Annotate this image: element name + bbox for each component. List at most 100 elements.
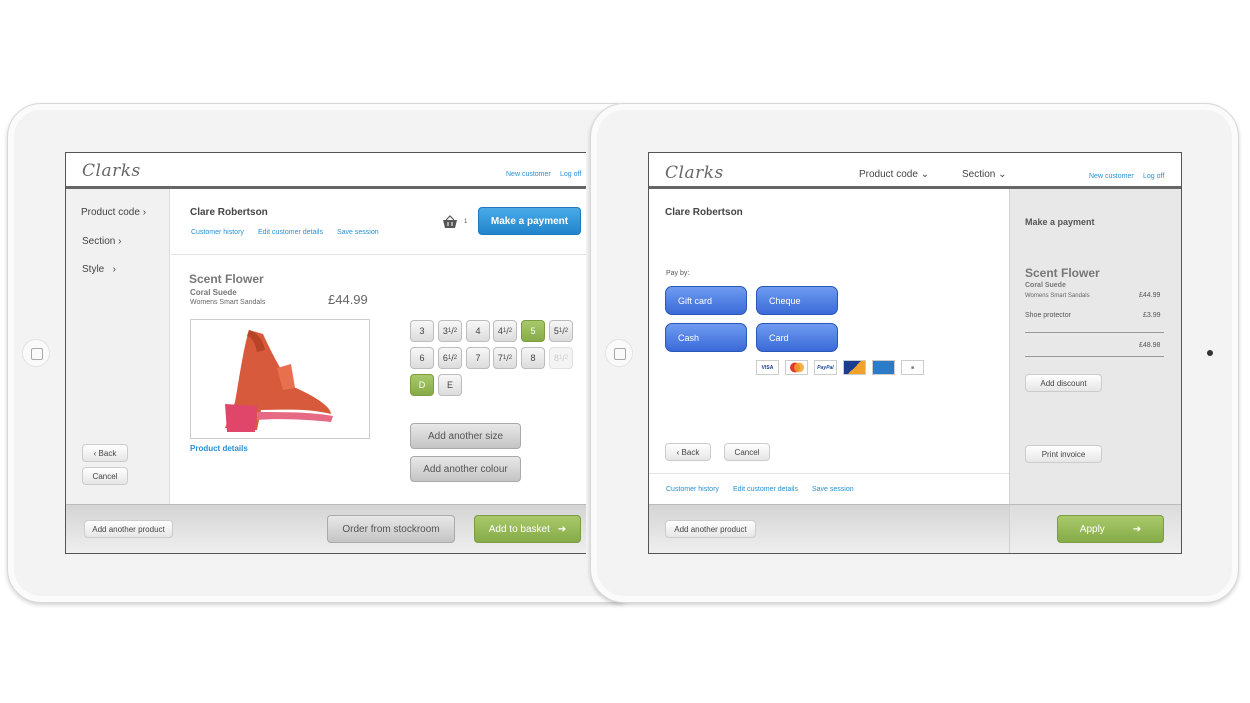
content-divider	[649, 473, 1009, 474]
mastercard-logo	[785, 360, 808, 375]
product-category: Womens Smart Sandals	[190, 299, 266, 306]
size-6[interactable]: 6	[410, 347, 434, 369]
arrow-right-icon: ➔	[1132, 523, 1142, 535]
cash-button[interactable]: Cash	[665, 323, 747, 352]
screen-right: Clarks Product code ⌄ Section ⌄ New cust…	[648, 152, 1182, 554]
product-details-link[interactable]: Product details	[190, 444, 248, 453]
product-code-dropdown[interactable]: Product code ⌄	[859, 169, 929, 180]
back-label: Back	[98, 448, 117, 458]
size-3[interactable]: 3	[410, 320, 434, 342]
home-button-left[interactable]	[22, 339, 50, 367]
chevron-down-icon: ⌄	[998, 169, 1007, 180]
section-dropdown[interactable]: Section ⌄	[962, 169, 1007, 180]
new-customer-link[interactable]: New customer	[506, 171, 551, 178]
edit-customer-link[interactable]: Edit customer details	[733, 486, 798, 493]
add-colour-button[interactable]: Add another colour	[410, 456, 521, 482]
size-7-5[interactable]: 7 1/2	[493, 347, 517, 369]
amex-logo	[872, 360, 895, 375]
sidebar-item-label: Section	[82, 236, 116, 247]
cheque-button[interactable]: Cheque	[756, 286, 838, 315]
sidebar-item-style[interactable]: Style ›	[82, 264, 116, 275]
add-product-button[interactable]: Add another product	[84, 520, 173, 538]
gift-card-button[interactable]: Gift card	[665, 286, 747, 315]
sidebar-item-product-code[interactable]: Product code ›	[81, 207, 146, 218]
apply-label: Apply	[1079, 523, 1105, 535]
sidebar-item-section[interactable]: Section ›	[82, 236, 121, 247]
cancel-button[interactable]: Cancel	[724, 443, 770, 461]
print-invoice-button[interactable]: Print invoice	[1025, 445, 1102, 463]
back-button[interactable]: ‹ Back	[82, 444, 128, 462]
product-material: Coral Suede	[190, 288, 237, 297]
protector-label: Shoe protector	[1025, 312, 1071, 319]
summary-price: £44.99	[1139, 292, 1161, 299]
summary-product-name: Scent Flower	[1025, 266, 1100, 280]
product-price: £44.99	[328, 292, 368, 307]
customer-history-link[interactable]: Customer history	[191, 229, 244, 236]
content-divider	[171, 254, 586, 255]
square-logo: ■	[901, 360, 924, 375]
size-7[interactable]: 7	[466, 347, 490, 369]
chevron-down-icon: ⌄	[920, 169, 930, 180]
clarks-logo: Clarks	[665, 163, 724, 183]
clarks-logo: Clarks	[82, 161, 141, 181]
sidebar-item-label: Product code	[81, 207, 140, 218]
log-off-link[interactable]: Log off	[560, 171, 581, 178]
make-payment-button[interactable]: Make a payment	[478, 207, 581, 235]
size-5[interactable]: 5	[521, 320, 545, 342]
section-label: Section	[962, 169, 996, 180]
size-8[interactable]: 8	[521, 347, 545, 369]
size-3-5[interactable]: 3 1/2	[438, 320, 462, 342]
width-e[interactable]: E	[438, 374, 462, 396]
customer-name: Clare Robertson	[190, 207, 268, 218]
visa-logo: VISA	[756, 360, 779, 375]
customer-history-link[interactable]: Customer history	[666, 486, 719, 493]
save-session-link[interactable]: Save session	[337, 229, 379, 236]
sidebar: Product code › Section › Style › ‹ Back …	[66, 189, 170, 504]
product-image	[190, 319, 370, 439]
apply-button[interactable]: Apply ➔	[1057, 515, 1164, 543]
add-discount-button[interactable]: Add discount	[1025, 374, 1102, 392]
delta-logo	[843, 360, 866, 375]
basket-icon[interactable]	[442, 215, 458, 234]
arrow-right-icon: ➔	[557, 523, 567, 535]
size-6-5[interactable]: 6 1/2	[438, 347, 462, 369]
basket-count: 1	[464, 219, 468, 225]
back-button[interactable]: ‹ Back	[665, 443, 711, 461]
summary-divider	[1025, 332, 1164, 333]
back-label: Back	[681, 447, 700, 457]
cancel-button[interactable]: Cancel	[82, 467, 128, 485]
chevron-right-icon: ›	[142, 207, 147, 218]
new-customer-link[interactable]: New customer	[1089, 173, 1134, 180]
summary-total: £48.98	[1139, 342, 1161, 349]
pay-by-label: Pay by:	[666, 270, 690, 277]
payment-summary-panel	[1009, 189, 1181, 553]
chevron-right-icon: ›	[118, 236, 122, 247]
chevron-right-icon: ›	[112, 264, 116, 275]
order-stockroom-button[interactable]: Order from stockroom	[327, 515, 455, 543]
add-size-button[interactable]: Add another size	[410, 423, 521, 449]
product-code-label: Product code	[859, 169, 918, 180]
shoe-image	[225, 330, 333, 432]
size-4-5[interactable]: 4 1/2	[493, 320, 517, 342]
log-off-link[interactable]: Log off	[1143, 173, 1164, 180]
size-4[interactable]: 4	[466, 320, 490, 342]
add-basket-button[interactable]: Add to basket ➔	[474, 515, 581, 543]
add-product-button[interactable]: Add another product	[665, 520, 756, 538]
summary-title: Make a payment	[1025, 217, 1095, 227]
summary-category: Womens Smart Sandals	[1025, 293, 1090, 299]
width-d[interactable]: D	[410, 374, 434, 396]
size-5-5[interactable]: 5 1/2	[549, 320, 573, 342]
screen-left: Clarks New customer Log off Product code…	[65, 152, 586, 554]
product-name: Scent Flower	[189, 272, 264, 286]
size-8-5: 8 1/2	[549, 347, 573, 369]
home-button-right[interactable]	[605, 339, 633, 367]
sidebar-item-label: Style	[82, 264, 105, 275]
save-session-link[interactable]: Save session	[812, 486, 854, 493]
camera-dot	[1207, 350, 1213, 356]
edit-customer-link[interactable]: Edit customer details	[258, 229, 323, 236]
summary-divider	[1025, 356, 1164, 357]
protector-price: £3.99	[1143, 312, 1161, 319]
paypal-logo: PayPal	[814, 360, 837, 375]
customer-name: Clare Robertson	[665, 207, 743, 218]
card-button[interactable]: Card	[756, 323, 838, 352]
